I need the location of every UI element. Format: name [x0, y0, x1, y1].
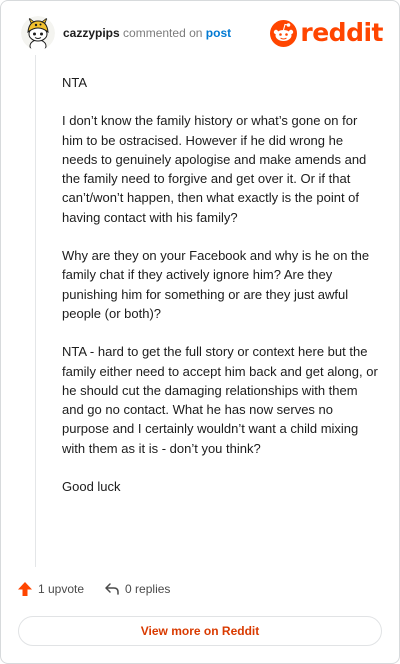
comment-verb: commented on	[123, 26, 203, 40]
comment-paragraph: Why are they on your Facebook and why is…	[62, 248, 370, 321]
embedded-comment-card: cazzypips commented on post reddit NTA I…	[0, 0, 400, 664]
username-link[interactable]: cazzypips	[63, 26, 120, 40]
comment-actions: 1 upvote 0 replies	[17, 581, 190, 597]
user-avatar[interactable]	[21, 16, 55, 50]
post-link[interactable]: post	[206, 26, 231, 40]
comment-paragraph: NTA - hard to get the full story or cont…	[62, 344, 378, 456]
upvote-arrow-icon	[18, 582, 32, 596]
view-more-button[interactable]: View more on Reddit	[18, 616, 382, 646]
reply-count: 0 replies	[125, 582, 171, 596]
reply-arrow-icon	[105, 583, 119, 595]
reddit-wordmark: reddit	[300, 18, 383, 47]
comment-body: NTA I don’t know the family history or w…	[62, 73, 380, 515]
reddit-snoo-icon	[270, 19, 298, 47]
comment-header: cazzypips commented on post	[21, 15, 231, 51]
comment-paragraph: NTA	[62, 75, 88, 90]
upvote-button[interactable]: 1 upvote	[17, 581, 84, 597]
comment-meta: cazzypips commented on post	[63, 25, 231, 41]
comment-paragraph: I don’t know the family history or what’…	[62, 113, 367, 225]
comment-paragraph: Good luck	[62, 479, 121, 495]
snoo-avatar-icon	[21, 16, 55, 50]
upvote-count: 1 upvote	[38, 582, 85, 596]
thread-line[interactable]	[35, 55, 36, 567]
replies-button[interactable]: 0 replies	[104, 581, 170, 597]
reddit-logo[interactable]: reddit	[270, 19, 383, 47]
